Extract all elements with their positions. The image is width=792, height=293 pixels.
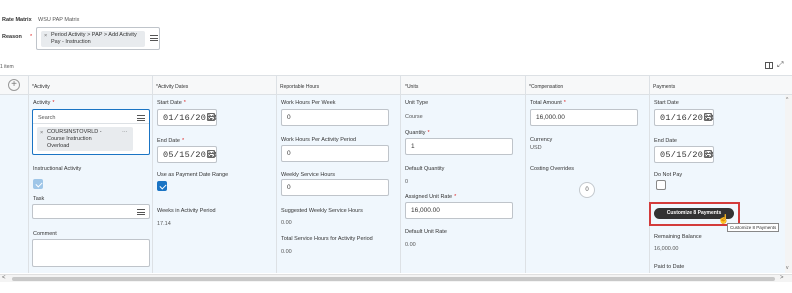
total-service-label: Total Service Hours for Activity Period xyxy=(281,236,373,242)
item-count: 1 item xyxy=(0,64,14,70)
start-date-input[interactable]: 01/16/2023 xyxy=(157,109,217,126)
default-rate-label: Default Unit Rate xyxy=(405,229,447,235)
remaining-balance-label: Remaining Balance xyxy=(654,234,702,240)
reason-field[interactable]: × Period Activity > PAP > Add Activity P… xyxy=(36,27,160,50)
comment-textarea[interactable] xyxy=(32,239,150,267)
calendar-icon[interactable] xyxy=(207,113,215,121)
chip-remove-icon[interactable]: × xyxy=(44,33,47,39)
tooltip: Customize 8 Payments xyxy=(727,223,780,232)
prompt-list-icon[interactable] xyxy=(150,35,158,41)
assigned-rate-label: Assigned Unit Rate * xyxy=(405,194,457,200)
col-activity: *Activity xyxy=(32,84,50,90)
payment-start-input[interactable]: 01/16/2023 xyxy=(654,109,714,126)
start-date-label: Start Date * xyxy=(157,100,186,106)
col-compensation: *Compensation xyxy=(529,84,564,90)
scroll-down-icon[interactable]: v xyxy=(786,265,789,271)
scroll-up-icon[interactable]: ^ xyxy=(786,97,788,103)
col-units: *Units xyxy=(405,84,419,90)
prompt-list-icon[interactable] xyxy=(137,115,145,121)
activity-chip-text: COURSINSTOVRLD - Course Instruction Over… xyxy=(47,129,102,149)
expand-icon[interactable]: ⤢ xyxy=(777,61,785,69)
remaining-balance-value: 16,000.00 xyxy=(654,246,679,252)
comment-label: Comment xyxy=(33,231,57,237)
paid-to-date-label: Paid to Date xyxy=(654,264,685,270)
currency-label: Currency xyxy=(530,137,553,143)
col-reportable-hours: Reportable Hours xyxy=(280,84,320,90)
default-quantity-label: Default Quantity xyxy=(405,166,445,172)
activity-search-input[interactable]: Search xyxy=(38,115,55,121)
suggested-hours-value: 0.00 xyxy=(281,220,292,226)
scrollbar-thumb[interactable] xyxy=(12,277,775,281)
scroll-right-icon[interactable]: > xyxy=(780,275,784,281)
more-icon[interactable]: ··· xyxy=(122,129,128,135)
default-rate-value: 0.00 xyxy=(405,242,416,248)
payment-start-label: Start Date xyxy=(654,100,679,106)
payment-end-input[interactable]: 05/15/2023 xyxy=(654,146,714,163)
currency-value: USD xyxy=(530,145,542,151)
weeks-value: 17.14 xyxy=(157,221,171,227)
prompt-list-icon[interactable] xyxy=(137,209,145,215)
do-not-pay-checkbox[interactable] xyxy=(656,180,666,190)
assigned-rate-input[interactable]: 16,000.00 xyxy=(405,202,513,219)
work-hours-week-input[interactable]: 0 xyxy=(281,109,389,126)
scroll-left-icon[interactable]: < xyxy=(2,275,6,281)
activity-label: Activity * xyxy=(33,100,55,106)
rate-matrix-label: Rate Matrix xyxy=(2,17,32,23)
total-service-value: 0.00 xyxy=(281,249,292,255)
quantity-input[interactable]: 1 xyxy=(405,138,513,155)
costing-count-badge[interactable]: 0 xyxy=(579,182,595,198)
reason-label: Reason xyxy=(2,34,22,40)
required-marker: * xyxy=(30,34,33,40)
do-not-pay-label: Do Not Pay xyxy=(654,172,683,178)
instructional-activity-label: Instructional Activity xyxy=(33,166,82,172)
use-payment-range-checkbox[interactable] xyxy=(157,181,167,191)
reason-chip: × Period Activity > PAP > Add Activity P… xyxy=(41,31,145,47)
col-payments: Payments xyxy=(653,84,676,90)
task-label: Task xyxy=(33,196,45,202)
weekly-service-label: Weekly Service Hours xyxy=(281,172,335,178)
end-date-label: End Date * xyxy=(157,138,185,144)
calendar-icon[interactable] xyxy=(704,150,712,158)
add-row-icon[interactable]: + xyxy=(8,79,20,91)
weeks-label: Weeks in Activity Period xyxy=(157,208,216,214)
col-activity-dates: *Activity Dates xyxy=(156,84,189,90)
unit-type-label: Unit Type xyxy=(405,100,429,106)
vertical-scrollbar[interactable]: ^ v xyxy=(785,95,792,273)
payment-end-label: End Date xyxy=(654,138,677,144)
work-hours-week-label: Work Hours Per Week xyxy=(281,100,336,106)
activity-field[interactable]: Search × COURSINSTOVRLD - Course Instruc… xyxy=(32,109,150,155)
task-field[interactable] xyxy=(32,204,150,219)
calendar-icon[interactable] xyxy=(207,150,215,158)
default-quantity-value: 0 xyxy=(405,179,409,185)
suggested-hours-label: Suggested Weekly Service Hours xyxy=(281,208,363,214)
table-header-row: + *Activity *Activity Dates Reportable H… xyxy=(0,75,792,95)
reason-chip-text: Period Activity > PAP > Add Activity Pay… xyxy=(51,32,137,45)
chip-remove-icon[interactable]: × xyxy=(40,130,43,136)
total-amount-label: Total Amount * xyxy=(530,100,566,106)
use-payment-range-label: Use as Payment Date Range xyxy=(157,172,229,178)
work-hours-period-input[interactable]: 0 xyxy=(281,145,389,162)
table-view-icon[interactable] xyxy=(765,62,773,69)
instructional-activity-checkbox xyxy=(33,179,43,189)
rate-matrix-value: WSU PAP Matrix xyxy=(38,17,80,23)
unit-type-value: Course xyxy=(405,114,423,120)
work-hours-period-label: Work Hours Per Activity Period xyxy=(281,137,357,143)
calendar-icon[interactable] xyxy=(704,113,712,121)
costing-overrides-label: Costing Overrides xyxy=(530,166,575,172)
quantity-label: Quantity * xyxy=(405,130,430,136)
weekly-service-input[interactable]: 0 xyxy=(281,179,389,196)
end-date-input[interactable]: 05/15/2023 xyxy=(157,146,217,163)
activity-chip: × COURSINSTOVRLD - Course Instruction Ov… xyxy=(37,127,133,151)
total-amount-input[interactable]: 16,000.00 xyxy=(530,109,638,126)
horizontal-scrollbar[interactable]: < > xyxy=(0,274,792,282)
hand-cursor-icon: ☝ xyxy=(718,214,730,224)
